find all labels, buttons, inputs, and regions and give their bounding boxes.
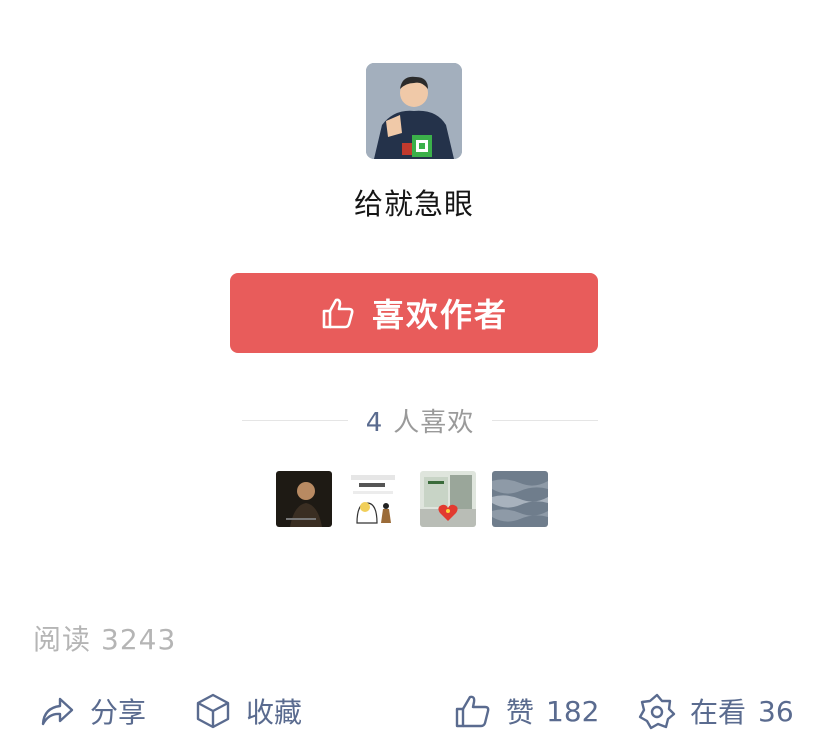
divider-left: [242, 419, 348, 421]
looking-count: 36: [758, 694, 794, 728]
divider-right: [492, 419, 598, 421]
like-count: 182: [546, 694, 600, 728]
like-label: 赞: [506, 696, 535, 729]
like-button[interactable]: 赞 182: [454, 688, 599, 734]
read-label: 阅读: [33, 623, 92, 656]
share-label: 分享: [90, 696, 147, 729]
like-author-label: 喜欢作者: [371, 296, 508, 334]
liker-avatar[interactable]: [345, 471, 401, 527]
cube-icon: [196, 693, 230, 729]
likes-text: 4 人喜欢: [348, 402, 493, 439]
liker-avatar[interactable]: [276, 471, 332, 527]
liker-avatar-image: [420, 471, 476, 527]
liker-avatar[interactable]: [420, 471, 476, 527]
looking-label: 在看: [690, 696, 747, 729]
likes-count: 4: [365, 407, 384, 438]
likes-summary: 4 人喜欢: [242, 402, 598, 438]
author-name: 给就急眼: [353, 187, 474, 221]
read-count-value: 3243: [101, 623, 177, 656]
looking-button[interactable]: 在看 36: [638, 688, 794, 734]
liker-avatar[interactable]: [492, 471, 548, 527]
liker-avatar-image: [492, 471, 548, 527]
favorite-button[interactable]: 收藏: [194, 688, 302, 734]
wow-flower-icon: [638, 693, 676, 730]
favorite-label: 收藏: [246, 696, 303, 729]
liker-avatar-image: [345, 471, 401, 527]
share-icon: [41, 697, 74, 726]
likes-suffix: 人喜欢: [393, 407, 475, 438]
thumbs-up-icon: [455, 695, 490, 728]
share-button[interactable]: 分享: [38, 688, 146, 734]
thumbs-up-icon: [322, 298, 354, 329]
liker-avatar-image: [276, 471, 332, 527]
author-avatar[interactable]: [366, 63, 462, 159]
like-author-button[interactable]: 喜欢作者: [230, 273, 598, 353]
read-count: 阅读 3243: [33, 618, 176, 658]
author-avatar-image: [366, 63, 462, 159]
